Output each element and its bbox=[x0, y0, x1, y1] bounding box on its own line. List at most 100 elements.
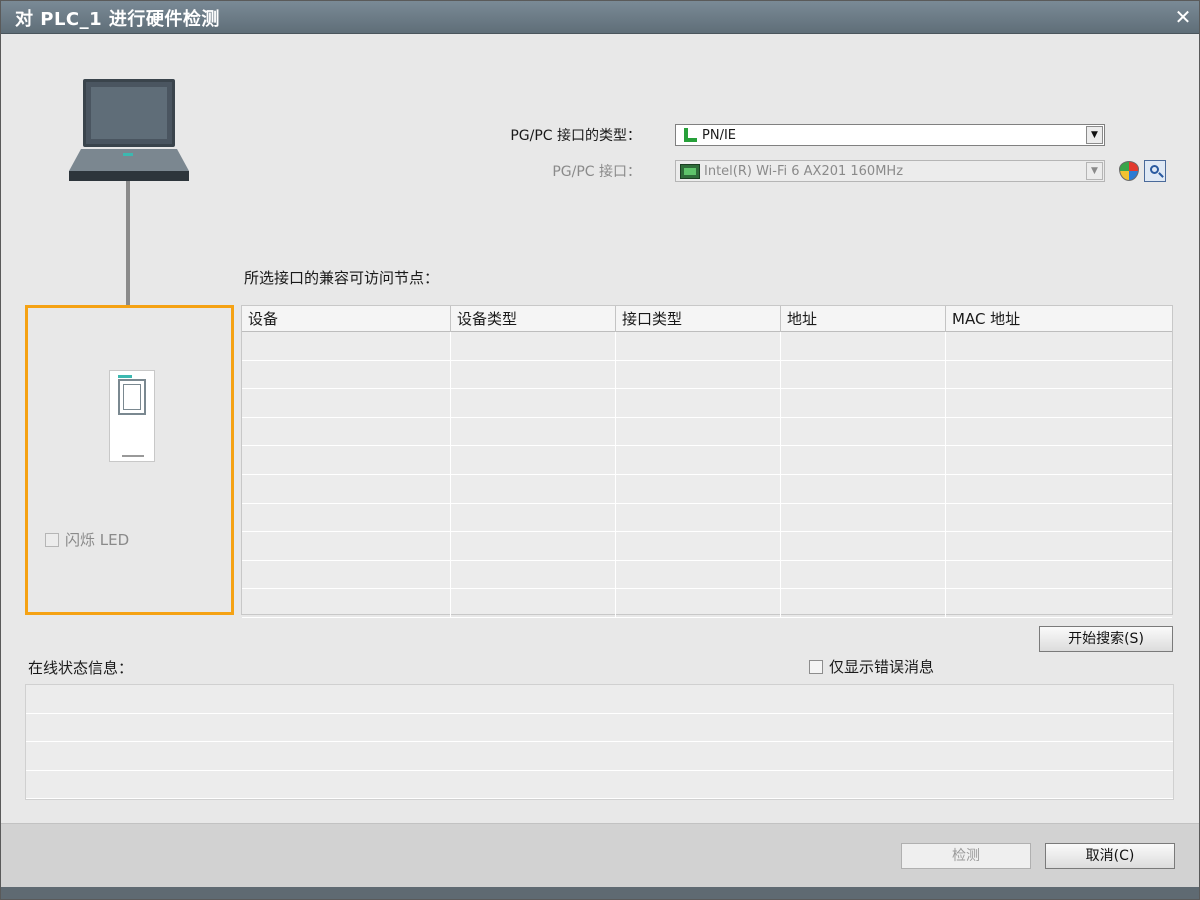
diagnostics-icon[interactable] bbox=[1144, 160, 1166, 182]
table-cell bbox=[946, 532, 1172, 560]
flash-led-checkbox[interactable]: 闪烁 LED bbox=[45, 529, 129, 550]
table-cell bbox=[451, 474, 616, 503]
table-cell bbox=[616, 532, 781, 560]
table-cell bbox=[242, 446, 451, 474]
table-cell bbox=[946, 475, 1172, 503]
checkbox-box[interactable] bbox=[809, 659, 823, 674]
cancel-button[interactable]: 取消(C) bbox=[1045, 843, 1175, 869]
table-cell bbox=[451, 332, 616, 360]
errors-only-label: 仅显示错误消息 bbox=[829, 658, 935, 676]
table-cell bbox=[946, 332, 1172, 360]
table-row[interactable] bbox=[242, 417, 1172, 447]
close-icon[interactable]: ✕ bbox=[1171, 4, 1195, 30]
pgpc-type-value: PN/IE bbox=[702, 127, 736, 143]
column-header-interface-type[interactable]: 接口类型 bbox=[616, 306, 781, 332]
table-cell bbox=[781, 332, 946, 360]
bottom-edge bbox=[1, 887, 1199, 899]
table-cell bbox=[616, 503, 781, 532]
wifi-adapter-icon bbox=[680, 163, 700, 179]
pgpc-type-label: PG/PC 接口的类型： bbox=[510, 128, 641, 144]
table-cell bbox=[451, 589, 616, 617]
table-cell bbox=[451, 417, 616, 446]
column-header-mac-address[interactable]: MAC 地址 bbox=[946, 306, 1172, 332]
dropdown-arrow-icon[interactable]: ▼ bbox=[1086, 126, 1103, 144]
column-header-device[interactable]: 设备 bbox=[242, 306, 451, 332]
table-cell bbox=[946, 389, 1172, 417]
table-cell bbox=[451, 560, 616, 589]
table-cell bbox=[616, 332, 781, 360]
status-line bbox=[26, 771, 1173, 799]
table-cell bbox=[242, 474, 451, 503]
pgpc-interface-value: Intel(R) Wi-Fi 6 AX201 160MHz bbox=[704, 163, 904, 179]
device-panel: 闪烁 LED bbox=[25, 305, 234, 615]
dropdown-arrow-icon[interactable]: ▼ bbox=[1086, 162, 1103, 180]
table-row[interactable] bbox=[242, 360, 1172, 390]
status-line bbox=[26, 742, 1173, 771]
detect-button[interactable]: 检测 bbox=[901, 843, 1031, 869]
table-cell bbox=[946, 504, 1172, 532]
table-cell bbox=[781, 589, 946, 617]
table-cell bbox=[451, 389, 616, 417]
table-cell bbox=[946, 418, 1172, 446]
flash-led-label: 闪烁 LED bbox=[65, 531, 130, 549]
table-cell bbox=[781, 503, 946, 532]
table-cell bbox=[781, 417, 946, 446]
table-row[interactable] bbox=[242, 446, 1172, 475]
hardware-detection-dialog: 对 PLC_1 进行硬件检测 ✕ PG/PC 接口的类型： PN/IE ▼ PG… bbox=[0, 0, 1200, 900]
table-cell bbox=[242, 532, 451, 560]
table-cell bbox=[781, 532, 946, 560]
table-cell bbox=[781, 360, 946, 389]
table-cell bbox=[451, 503, 616, 532]
table-body bbox=[242, 332, 1172, 618]
status-line bbox=[26, 685, 1173, 714]
table-cell bbox=[242, 332, 451, 360]
network-icon bbox=[680, 127, 698, 143]
table-cell bbox=[946, 589, 1172, 617]
table-cell bbox=[451, 532, 616, 560]
table-row[interactable] bbox=[242, 389, 1172, 418]
status-line bbox=[26, 714, 1173, 742]
table-cell bbox=[616, 360, 781, 389]
status-list bbox=[25, 684, 1174, 800]
table-cell bbox=[946, 561, 1172, 589]
shield-icon[interactable] bbox=[1119, 161, 1139, 181]
table-cell bbox=[242, 360, 451, 389]
status-heading: 在线状态信息： bbox=[28, 659, 134, 677]
table-row[interactable] bbox=[242, 503, 1172, 533]
column-header-device-type[interactable]: 设备类型 bbox=[451, 306, 616, 332]
table-cell bbox=[242, 417, 451, 446]
table-header: 设备 设备类型 接口类型 地址 MAC 地址 bbox=[242, 306, 1172, 332]
table-row[interactable] bbox=[242, 560, 1172, 590]
table-cell bbox=[616, 446, 781, 474]
table-cell bbox=[781, 560, 946, 589]
errors-only-checkbox[interactable]: 仅显示错误消息 bbox=[809, 656, 934, 677]
table-cell bbox=[781, 474, 946, 503]
table-cell bbox=[242, 389, 451, 417]
window-title: 对 PLC_1 进行硬件检测 bbox=[15, 9, 220, 30]
table-cell bbox=[616, 474, 781, 503]
table-cell bbox=[451, 360, 616, 389]
plc-icon bbox=[109, 370, 155, 462]
table-cell bbox=[616, 560, 781, 589]
laptop-icon bbox=[69, 79, 189, 183]
nodes-table: 设备 设备类型 接口类型 地址 MAC 地址 bbox=[241, 305, 1173, 618]
table-cell bbox=[616, 417, 781, 446]
table-cell bbox=[242, 560, 451, 589]
start-search-button[interactable]: 开始搜索(S) bbox=[1039, 626, 1173, 652]
table-cell bbox=[946, 361, 1172, 389]
table-cell bbox=[451, 446, 616, 474]
pgpc-interface-select[interactable]: Intel(R) Wi-Fi 6 AX201 160MHz ▼ bbox=[675, 160, 1105, 182]
table-cell bbox=[616, 389, 781, 417]
table-row[interactable] bbox=[242, 474, 1172, 504]
table-row[interactable] bbox=[242, 532, 1172, 561]
pgpc-interface-label: PG/PC 接口： bbox=[552, 164, 641, 180]
table-cell bbox=[242, 589, 451, 617]
pgpc-type-select[interactable]: PN/IE ▼ bbox=[675, 124, 1105, 146]
column-header-address[interactable]: 地址 bbox=[781, 306, 946, 332]
table-cell bbox=[616, 589, 781, 617]
table-row[interactable] bbox=[242, 589, 1172, 618]
checkbox-box[interactable] bbox=[45, 532, 59, 547]
title-bar: 对 PLC_1 进行硬件检测 ✕ bbox=[1, 1, 1199, 34]
table-cell bbox=[781, 389, 946, 417]
table-row[interactable] bbox=[242, 332, 1172, 361]
